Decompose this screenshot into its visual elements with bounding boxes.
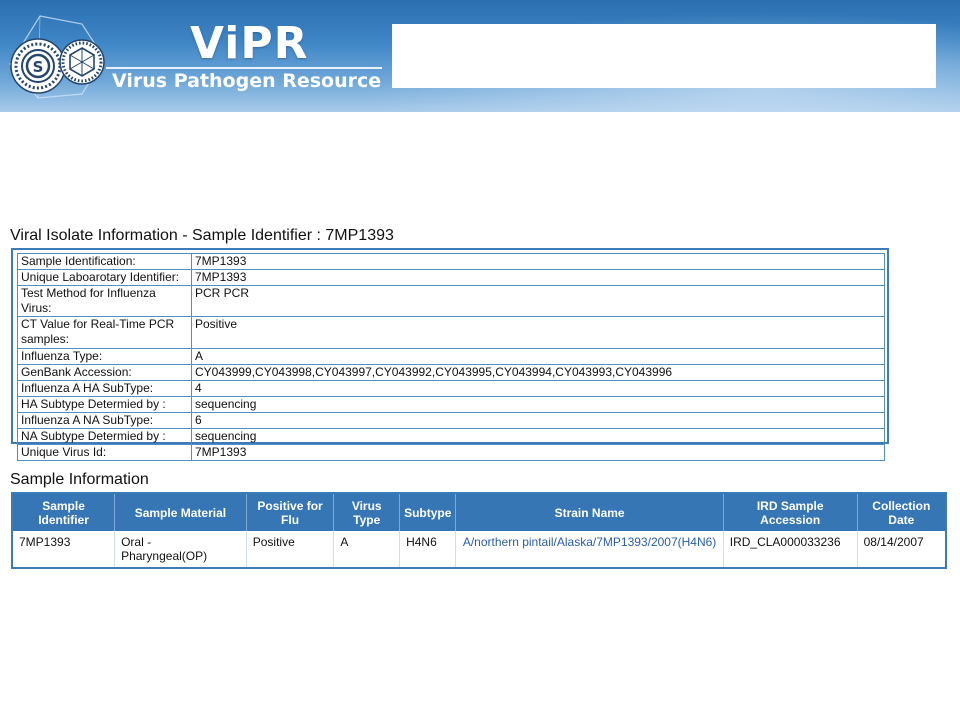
column-header-sample-material[interactable]: Sample Material — [114, 494, 247, 531]
table-header-row: Sample Identifier Sample Material Positi… — [13, 494, 945, 531]
sample-info-table: Sample Identifier Sample Material Positi… — [13, 494, 945, 567]
virus-logo-icon: S — [9, 15, 105, 99]
field-label: Influenza A NA SubType: — [17, 412, 192, 429]
column-header-positive-for-flu[interactable]: Positive for Flu — [246, 494, 335, 531]
header-blank-panel — [392, 24, 936, 88]
cell-positive-for-flu: Positive — [246, 531, 335, 567]
field-label: Unique Virus Id: — [17, 444, 192, 461]
table-row: Sample Identification: 7MP1393 — [17, 253, 885, 270]
table-row: Influenza A NA SubType: 6 — [17, 412, 885, 429]
field-value: 6 — [191, 412, 885, 429]
field-label: HA Subtype Determied by : — [17, 396, 192, 413]
column-header-collection-date[interactable]: Collection Date — [857, 494, 945, 531]
virus-capsid-logo-icon — [59, 39, 105, 85]
cell-ird-sample-accession: IRD_CLA000033236 — [723, 531, 858, 567]
field-value: sequencing — [191, 396, 885, 413]
field-value: A — [191, 348, 885, 365]
field-label: Test Method for Influenza Virus: — [17, 285, 192, 317]
table-row: GenBank Accession: CY043999,CY043998,CY0… — [17, 364, 885, 381]
field-value: sequencing — [191, 428, 885, 445]
field-label: Sample Identification: — [17, 253, 192, 270]
field-label: Unique Laboarotary Identifier: — [17, 269, 192, 286]
isolate-section-title: Viral Isolate Information - Sample Ident… — [10, 227, 394, 244]
column-header-strain-name[interactable]: Strain Name — [455, 494, 724, 531]
genbank-accession-value: CY043999,CY043998,CY043997,CY043992,CY04… — [191, 364, 885, 381]
field-value: 4 — [191, 380, 885, 397]
header-banner: S ViPR Virus Pathogen Resource — [0, 0, 960, 112]
table-row: NA Subtype Determied by : sequencing — [17, 428, 885, 445]
isolate-info-table: Sample Identification: 7MP1393 Unique La… — [17, 253, 885, 461]
table-row: Unique Laboarotary Identifier: 7MP1393 — [17, 269, 885, 286]
cell-virus-type: A — [333, 531, 401, 567]
table-row: Influenza Type: A — [17, 348, 885, 365]
field-value: PCR PCR — [191, 285, 885, 317]
cell-subtype: H4N6 — [399, 531, 457, 567]
isolate-info-panel: Sample Identification: 7MP1393 Unique La… — [11, 248, 889, 461]
cell-collection-date: 08/14/2007 — [863, 535, 924, 549]
column-header-sample-identifier[interactable]: Sample Identifier — [13, 494, 116, 531]
field-value: Positive — [191, 316, 885, 349]
column-header-virus-type[interactable]: Virus Type — [333, 494, 401, 531]
sample-section-title: Sample Information — [10, 471, 149, 488]
table-row: Influenza A HA SubType: 4 — [17, 380, 885, 397]
field-label: GenBank Accession: — [17, 364, 192, 381]
strain-name-link[interactable]: A/northern pintail/Alaska/7MP1393/2007(H… — [455, 531, 724, 567]
column-header-subtype[interactable]: Subtype — [399, 494, 457, 531]
table-row: 7MP1393 Oral - Pharyngeal(OP) Positive A… — [13, 531, 945, 567]
cell-sample-identifier: 7MP1393 — [13, 531, 116, 567]
logo-subtitle: Virus Pathogen Resource — [112, 70, 382, 92]
field-label: NA Subtype Determied by : — [17, 428, 192, 445]
field-value: 7MP1393 — [191, 444, 885, 461]
field-label: Influenza Type: — [17, 348, 192, 365]
virus-s-logo-icon: S — [10, 38, 66, 94]
column-header-ird-sample-accession[interactable]: IRD Sample Accession — [723, 494, 858, 531]
field-label: CT Value for Real-Time PCR samples: — [17, 316, 192, 349]
svg-text:S: S — [33, 58, 44, 76]
table-row: Test Method for Influenza Virus: PCR PCR — [17, 285, 885, 317]
table-row: CT Value for Real-Time PCR samples: Posi… — [17, 316, 885, 349]
table-row: HA Subtype Determied by : sequencing — [17, 396, 885, 413]
table-row: Unique Virus Id: 7MP1393 — [17, 444, 885, 461]
sample-info-panel: Sample Identifier Sample Material Positi… — [11, 492, 947, 569]
field-value: 7MP1393 — [191, 253, 885, 270]
logo-title: ViPR — [190, 18, 309, 69]
field-value: 7MP1393 — [191, 269, 885, 286]
cell-sample-material: Oral - Pharyngeal(OP) — [114, 531, 247, 567]
field-label: Influenza A HA SubType: — [17, 380, 192, 397]
